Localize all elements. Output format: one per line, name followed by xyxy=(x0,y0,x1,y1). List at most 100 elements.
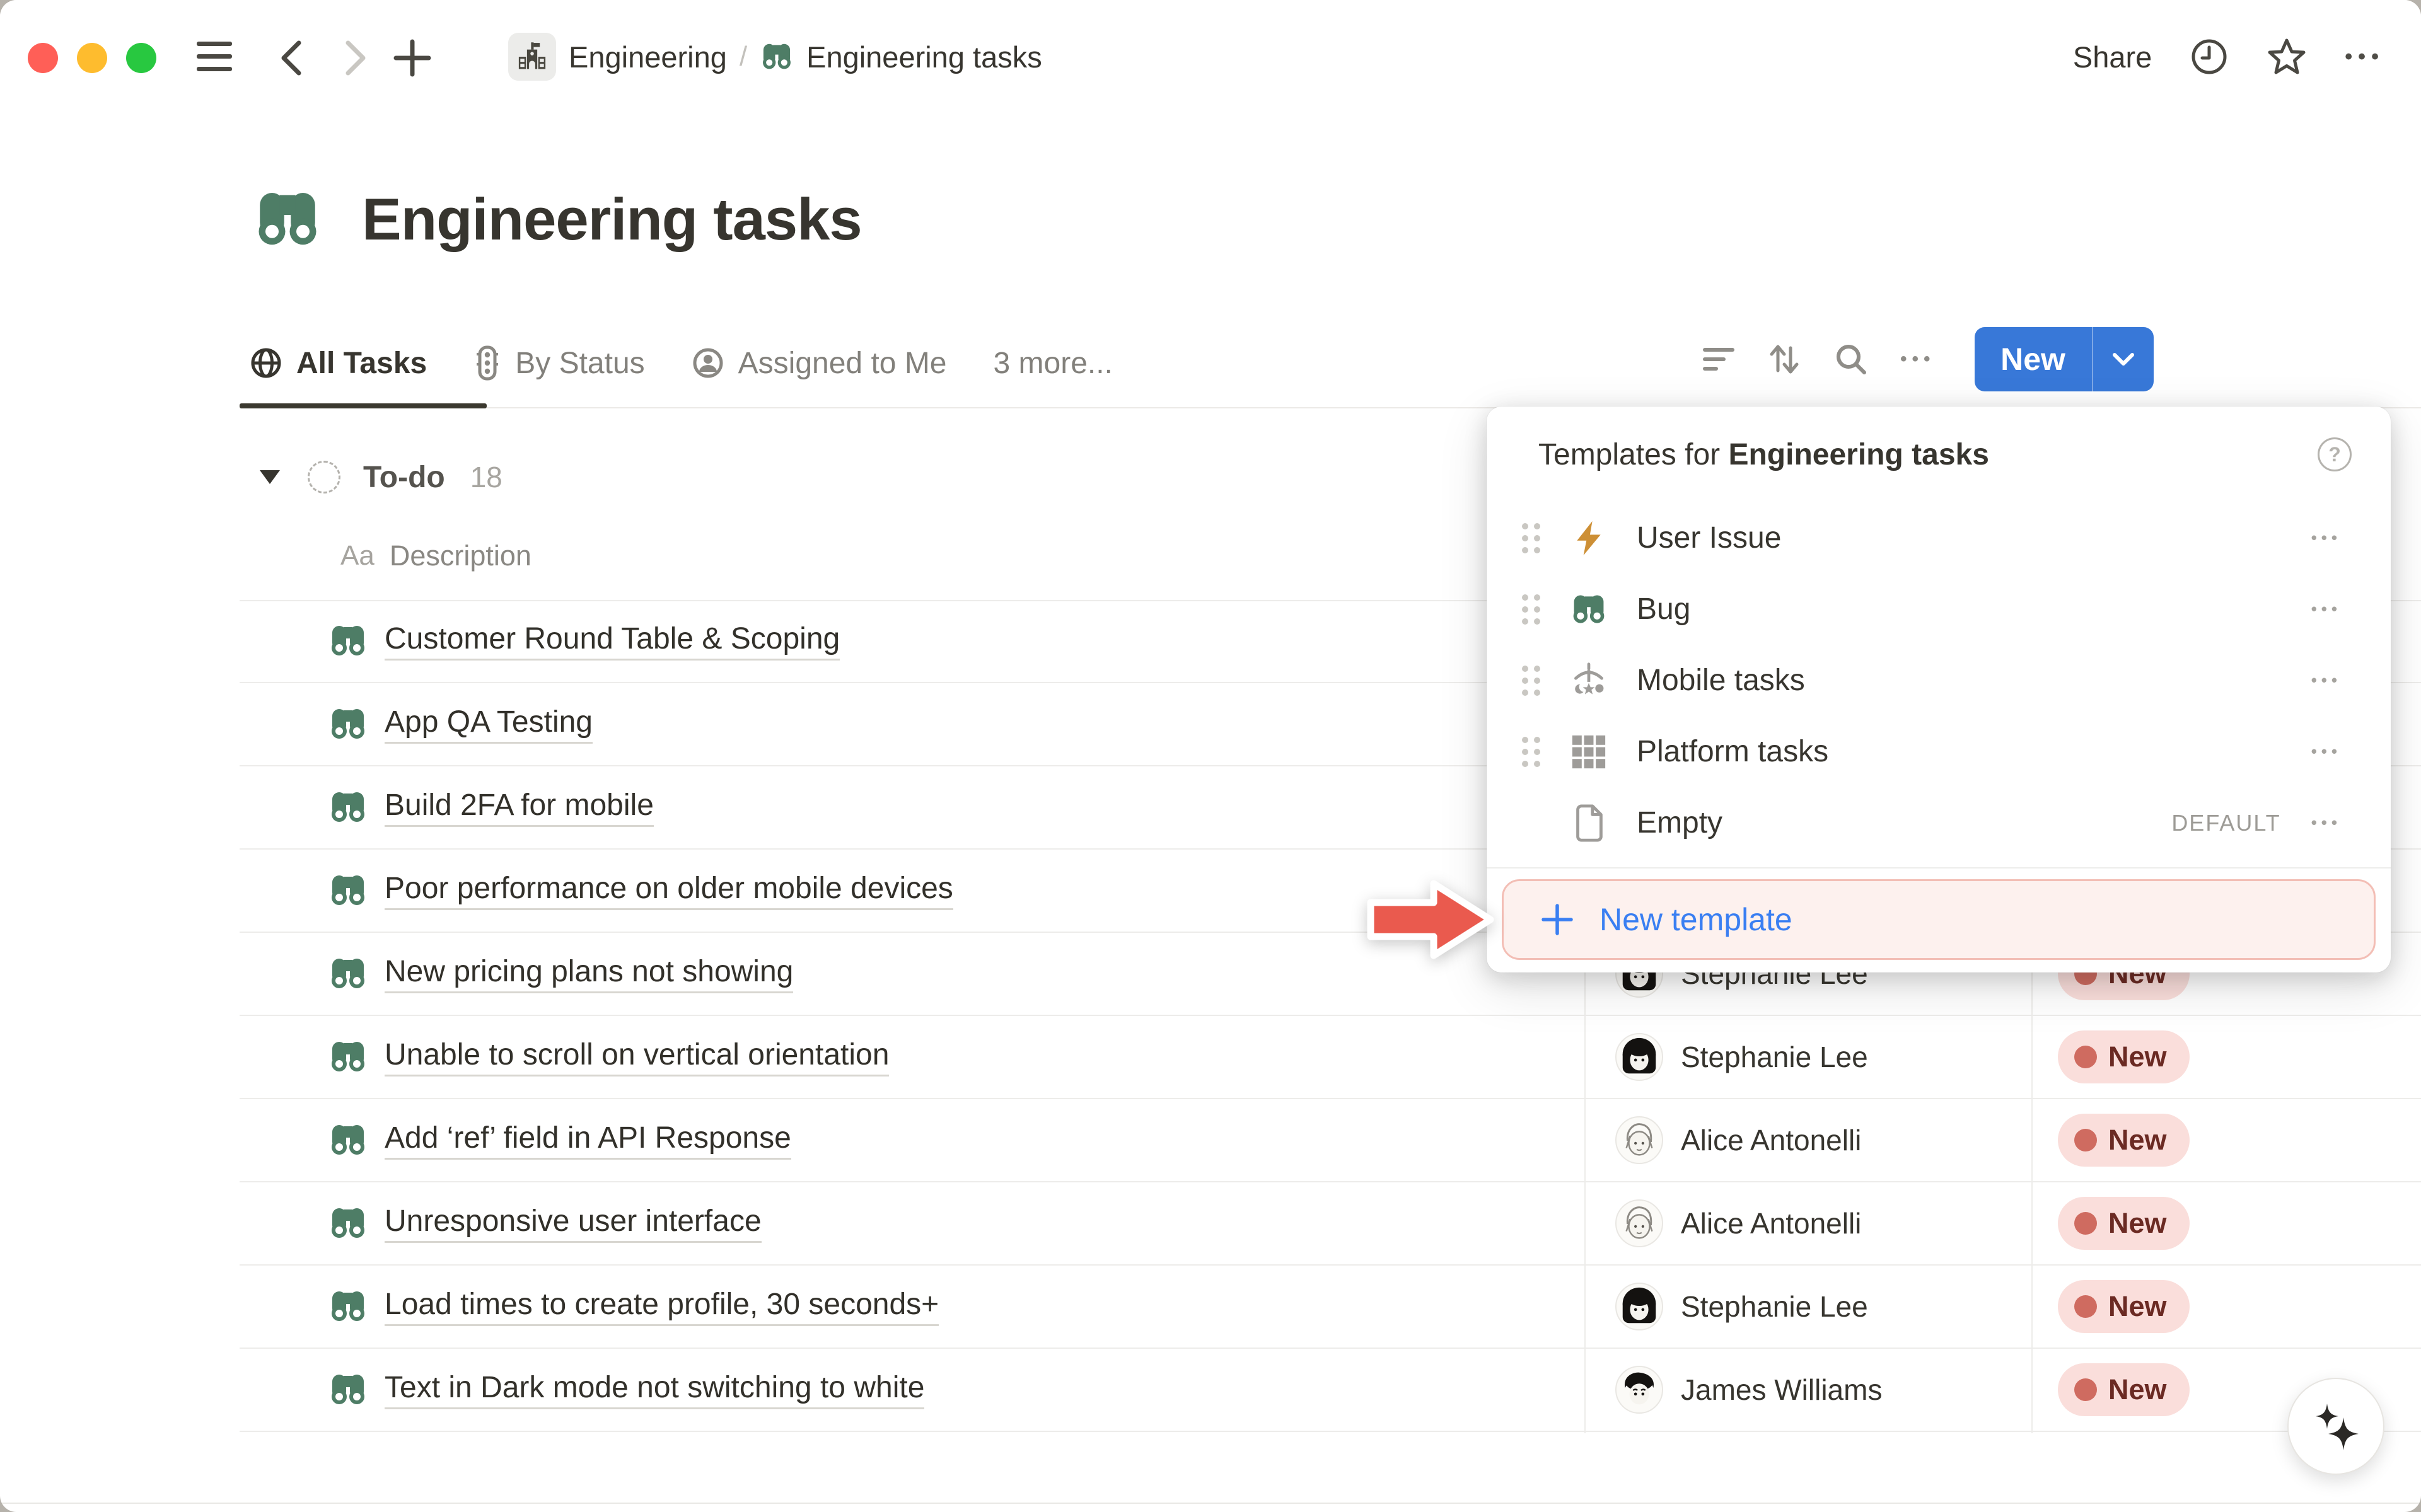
assignee-cell[interactable]: Alice Antonelli xyxy=(1615,1099,1861,1181)
task-title-cell[interactable]: Load times to create profile, 30 seconds… xyxy=(328,1266,939,1348)
assignee-cell[interactable]: Alice Antonelli xyxy=(1615,1182,1861,1264)
help-icon[interactable]: ? xyxy=(2318,437,2352,471)
binoculars-icon xyxy=(328,1370,368,1410)
assignee-cell[interactable]: Stephanie Lee xyxy=(1615,1016,1868,1098)
filter-icon[interactable] xyxy=(1702,344,1735,374)
avatar xyxy=(1615,1116,1663,1164)
status-cell[interactable]: New xyxy=(2058,1016,2190,1098)
back-icon[interactable] xyxy=(276,38,306,78)
status-cell[interactable]: New xyxy=(2058,1349,2190,1431)
group-toggle-icon[interactable] xyxy=(260,470,280,484)
table-row[interactable]: Add ‘ref’ field in API Response xyxy=(0,1099,2421,1182)
assignee-cell[interactable]: Stephanie Lee xyxy=(1615,1266,1868,1348)
template-item-menu-icon[interactable]: ••• xyxy=(2311,742,2342,761)
drag-handle-icon[interactable] xyxy=(1522,594,1550,625)
assignee-cell[interactable]: James Williams xyxy=(1615,1349,1882,1431)
template-item[interactable]: Platform tasks ••• xyxy=(1487,716,2391,787)
new-button[interactable]: New xyxy=(1975,327,2154,391)
table-row[interactable]: Unable to scroll on vertical orientation xyxy=(0,1016,2421,1099)
table-row[interactable]: Unresponsive user interface xyxy=(0,1182,2421,1266)
clock-icon[interactable] xyxy=(2190,37,2229,76)
more-options-icon[interactable]: ••• xyxy=(2345,45,2384,69)
template-item-menu-icon[interactable]: ••• xyxy=(2311,528,2342,548)
workspace-building-icon[interactable] xyxy=(508,33,556,81)
task-title[interactable]: App QA Testing xyxy=(385,705,593,744)
sort-icon[interactable] xyxy=(1767,342,1802,377)
task-title-cell[interactable]: Unresponsive user interface xyxy=(328,1182,762,1264)
ai-assistant-button[interactable] xyxy=(2287,1378,2384,1475)
status-badge: New xyxy=(2058,1114,2190,1167)
template-item[interactable]: Mobile tasks ••• xyxy=(1487,645,2391,716)
avatar xyxy=(1615,1283,1663,1330)
table-row[interactable]: Text in Dark mode not switching to white xyxy=(0,1349,2421,1432)
popup-divider xyxy=(1487,867,2391,869)
tab-more-label: 3 more... xyxy=(994,346,1113,381)
new-page-icon[interactable] xyxy=(393,39,431,77)
templates-popup: Templates for Engineering tasks ? xyxy=(1487,407,2391,972)
template-item[interactable]: Bug ••• xyxy=(1487,574,2391,645)
task-title-cell[interactable]: Poor performance on older mobile devices xyxy=(328,850,953,932)
chevron-down-icon xyxy=(2110,350,2137,369)
column-header-description[interactable]: Aa Description xyxy=(340,540,531,572)
star-icon[interactable] xyxy=(2267,37,2307,76)
tab-by-status[interactable]: By Status xyxy=(473,345,644,381)
template-item-menu-icon[interactable]: ••• xyxy=(2311,813,2342,833)
task-title-cell[interactable]: App QA Testing xyxy=(328,683,593,765)
breadcrumb-page[interactable]: Engineering tasks xyxy=(806,40,1042,74)
drag-handle-icon[interactable] xyxy=(1522,666,1550,696)
drag-handle-icon[interactable] xyxy=(1522,523,1550,553)
status-badge: New xyxy=(2058,1363,2190,1416)
close-window-button[interactable] xyxy=(28,43,58,73)
template-item[interactable]: Empty DEFAULT ••• xyxy=(1487,787,2391,858)
task-title-cell[interactable]: Build 2FA for mobile xyxy=(328,766,654,848)
search-icon[interactable] xyxy=(1833,342,1869,377)
task-title[interactable]: Unresponsive user interface xyxy=(385,1204,762,1243)
table-row[interactable]: Load times to create profile, 30 seconds… xyxy=(0,1266,2421,1349)
task-title-cell[interactable]: Text in Dark mode not switching to white xyxy=(328,1349,924,1431)
task-title[interactable]: Text in Dark mode not switching to white xyxy=(385,1370,924,1409)
task-title[interactable]: Add ‘ref’ field in API Response xyxy=(385,1121,791,1160)
task-title[interactable]: Unable to scroll on vertical orientation xyxy=(385,1037,889,1076)
binoculars-icon xyxy=(328,1286,368,1327)
status-label: New xyxy=(2108,1124,2167,1157)
binoculars-icon xyxy=(1569,589,1609,630)
binoculars-icon xyxy=(328,1120,368,1160)
tab-more-views[interactable]: 3 more... xyxy=(994,346,1113,381)
share-button[interactable]: Share xyxy=(2073,40,2152,74)
template-list: User Issue ••• xyxy=(1487,502,2391,858)
status-cell[interactable]: New xyxy=(2058,1099,2190,1181)
forward-icon[interactable] xyxy=(340,38,371,78)
group-name[interactable]: To-do xyxy=(363,460,445,495)
new-template-button[interactable]: New template xyxy=(1502,879,2376,960)
binoculars-icon xyxy=(328,1037,368,1077)
drag-handle-icon[interactable] xyxy=(1522,737,1550,767)
tab-all-tasks[interactable]: All Tasks xyxy=(250,346,427,381)
status-cell[interactable]: New xyxy=(2058,1266,2190,1348)
status-dot xyxy=(2074,1129,2097,1151)
breadcrumb-workspace[interactable]: Engineering xyxy=(569,40,727,74)
task-title[interactable]: Load times to create profile, 30 seconds… xyxy=(385,1287,939,1326)
status-cell[interactable]: New xyxy=(2058,1182,2190,1264)
task-title-cell[interactable]: Add ‘ref’ field in API Response xyxy=(328,1099,791,1181)
task-title-cell[interactable]: Customer Round Table & Scoping xyxy=(328,600,840,682)
template-item-menu-icon[interactable]: ••• xyxy=(2311,671,2342,690)
document-icon xyxy=(1569,803,1609,843)
new-button-label[interactable]: New xyxy=(1975,341,2092,378)
task-title-cell[interactable]: New pricing plans not showing xyxy=(328,933,793,1015)
task-title[interactable]: New pricing plans not showing xyxy=(385,954,793,993)
view-options-icon[interactable]: ••• xyxy=(1900,349,1936,370)
zoom-window-button[interactable] xyxy=(126,43,156,73)
assignee-name: Alice Antonelli xyxy=(1681,1123,1861,1157)
minimize-window-button[interactable] xyxy=(77,43,107,73)
template-item-menu-icon[interactable]: ••• xyxy=(2311,599,2342,619)
task-title-cell[interactable]: Unable to scroll on vertical orientation xyxy=(328,1016,889,1098)
new-button-caret[interactable] xyxy=(2093,350,2154,369)
task-title[interactable]: Build 2FA for mobile xyxy=(385,788,654,827)
text-column-type-icon: Aa xyxy=(340,540,374,572)
todo-status-icon xyxy=(308,461,340,493)
hamburger-menu-icon[interactable] xyxy=(195,38,236,76)
tab-assigned-to-me[interactable]: Assigned to Me xyxy=(692,346,947,381)
task-title[interactable]: Customer Round Table & Scoping xyxy=(385,621,840,661)
template-item[interactable]: User Issue ••• xyxy=(1487,502,2391,574)
task-title[interactable]: Poor performance on older mobile devices xyxy=(385,871,953,910)
